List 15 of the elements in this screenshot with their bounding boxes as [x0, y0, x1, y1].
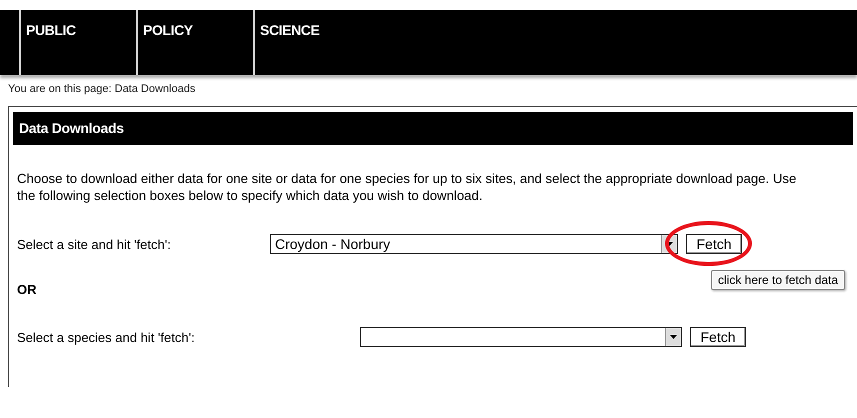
nav-tab[interactable]: SCIENCE: [253, 10, 370, 75]
fetch-button[interactable]: Fetch: [686, 234, 742, 254]
nav-tab[interactable]: PUBLIC: [19, 10, 136, 75]
dropdown-field[interactable]: Croydon - Norbury: [270, 234, 678, 254]
dropdown-arrow-icon: [670, 335, 677, 339]
tooltip: click here to fetch data: [711, 270, 846, 290]
panel-title: Data Downloads: [13, 112, 853, 145]
nav-tab[interactable]: POLICY: [136, 10, 253, 75]
field-label: Select a site and hit 'fetch':: [17, 236, 172, 252]
dropdown-field[interactable]: [360, 327, 682, 347]
field-label: Select a species and hit 'fetch':: [17, 330, 196, 344]
fetch-button[interactable]: Fetch: [690, 327, 746, 347]
or-label: OR: [17, 282, 36, 297]
breadcrumb: You are on this page: Data Downloads: [8, 83, 196, 95]
intro-paragraph: Choose to download either data for one site or data for one species for up to six sites, and select the appropriate download page. Use the following selection boxes below to specify which data you wish to download.: [17, 170, 798, 204]
